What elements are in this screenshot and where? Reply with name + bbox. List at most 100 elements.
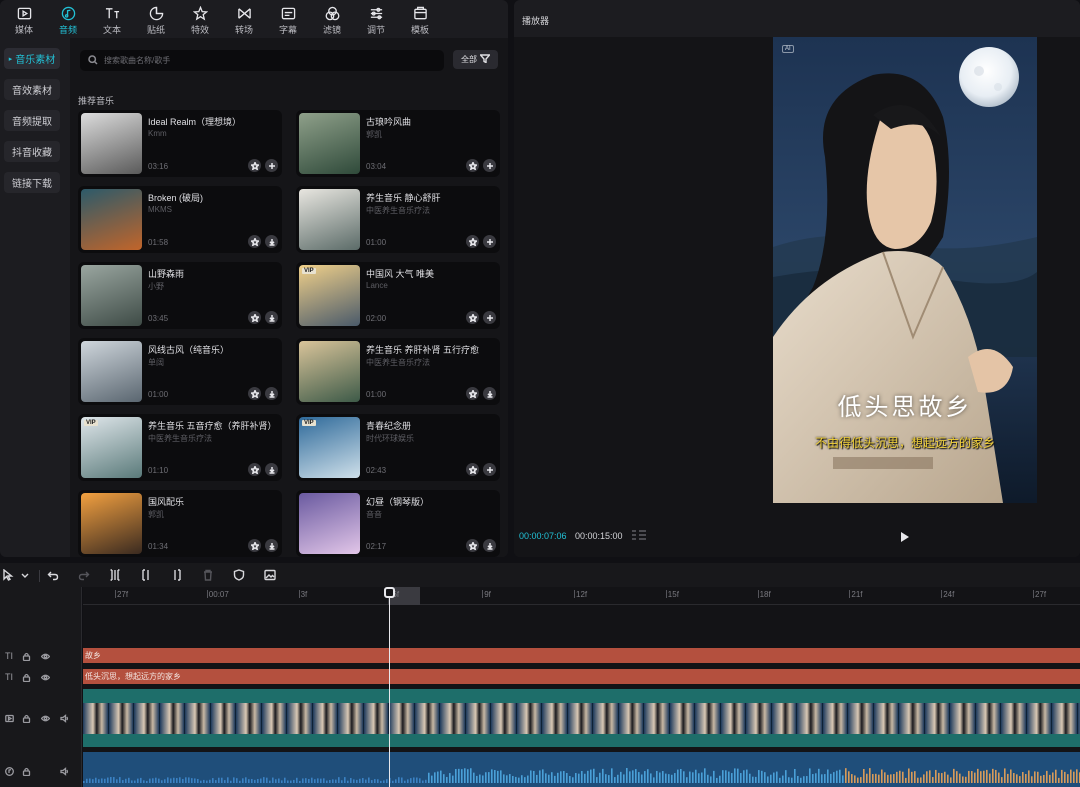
download-icon[interactable]: [265, 463, 278, 476]
waveform-bar: [830, 773, 832, 783]
music-card[interactable]: 山野森雨 小野 03:45: [78, 262, 282, 329]
lock-icon[interactable]: [20, 765, 32, 777]
download-icon[interactable]: [265, 235, 278, 248]
tab-media[interactable]: 媒体: [2, 0, 46, 38]
ruler-tick: 27f: [114, 590, 129, 599]
download-icon[interactable]: [265, 387, 278, 400]
tab-effects[interactable]: 特效: [178, 0, 222, 38]
waveform-bar: [122, 780, 124, 783]
music-card[interactable]: 古琅吟风曲 郭凯 03:04: [296, 110, 500, 177]
split-button[interactable]: [107, 567, 123, 583]
music-card[interactable]: Broken (破局) MKMS 01:58: [78, 186, 282, 253]
tab-subtitle[interactable]: 字幕: [266, 0, 310, 38]
sidebar-item-douyin-favorites[interactable]: 抖音收藏: [4, 141, 60, 162]
tab-template[interactable]: 模板: [398, 0, 442, 38]
lock-icon[interactable]: [20, 671, 32, 683]
lock-icon[interactable]: [20, 712, 32, 724]
lock-icon[interactable]: [20, 650, 32, 662]
select-mode-dropdown[interactable]: [17, 567, 33, 583]
transition-icon: [235, 5, 253, 21]
music-card[interactable]: 国风配乐 郭凯 01:34: [78, 490, 282, 557]
download-icon[interactable]: [483, 539, 496, 552]
shield-button[interactable]: [231, 567, 247, 583]
image-edit-button[interactable]: [262, 567, 278, 583]
delete-button[interactable]: [200, 567, 216, 583]
trim-right-button[interactable]: [169, 567, 185, 583]
tab-audio[interactable]: 音频: [46, 0, 90, 38]
filter-dropdown[interactable]: 全部: [453, 50, 498, 69]
text-clip-1[interactable]: 故乡: [83, 648, 1080, 663]
download-icon[interactable]: [265, 539, 278, 552]
tab-text[interactable]: 文本: [90, 0, 134, 38]
text-clip-2[interactable]: 低头沉思，想起远方的家乡: [83, 669, 1080, 684]
audio-track-header: [0, 764, 82, 778]
tab-transition[interactable]: 转场: [222, 0, 266, 38]
speaker-icon[interactable]: [58, 765, 70, 777]
music-card[interactable]: 幻昼（钢琴版） 音音 02:17: [296, 490, 500, 557]
waveform-bar: [1007, 773, 1009, 783]
play-icon[interactable]: [900, 531, 910, 543]
timeline[interactable]: 27f 00:07 3f 6f 9f 12f 15f 18f 21f 24f 27f 故乡 低头沉思…: [83, 587, 1080, 787]
frame-list-icon[interactable]: [631, 529, 647, 541]
music-card[interactable]: 养生音乐 静心舒肝 中医养生音乐疗法 01:00: [296, 186, 500, 253]
waveform-bar: [656, 770, 658, 783]
eye-icon[interactable]: [39, 712, 51, 724]
download-icon[interactable]: [265, 311, 278, 324]
tab-sticker[interactable]: 贴纸: [134, 0, 178, 38]
waveform-bar: [866, 773, 868, 783]
waveform-bar: [680, 769, 682, 783]
redo-button[interactable]: [76, 567, 92, 583]
waveform-bar: [203, 779, 205, 783]
video-frame-thumbnail: [975, 703, 1001, 734]
playhead-handle[interactable]: [384, 587, 395, 598]
music-card[interactable]: VIP 养生音乐 五音疗愈（养肝补肾） 中医养生音乐疗法 01:10: [78, 414, 282, 481]
favorite-star-icon[interactable]: [248, 387, 261, 400]
favorite-star-icon[interactable]: [248, 311, 261, 324]
favorite-star-icon[interactable]: [466, 159, 479, 172]
video-thumbnails: [83, 703, 1080, 734]
music-card[interactable]: VIP 中国风 大气 唯美 Lance 02:00: [296, 262, 500, 329]
sidebar-item-audio-extract[interactable]: 音频提取: [4, 110, 60, 131]
sidebar-item-link-download[interactable]: 链接下载: [4, 172, 60, 193]
music-card[interactable]: 风线古风（纯音乐） 单阔 01:00: [78, 338, 282, 405]
add-plus-icon[interactable]: [265, 159, 278, 172]
eye-icon[interactable]: [39, 650, 51, 662]
favorite-star-icon[interactable]: [466, 311, 479, 324]
select-tool-button[interactable]: [0, 567, 16, 583]
speaker-icon[interactable]: [58, 712, 70, 724]
search-input[interactable]: [104, 56, 424, 65]
add-plus-icon[interactable]: [483, 463, 496, 476]
undo-button[interactable]: [45, 567, 61, 583]
music-card[interactable]: VIP 青春纪念册 时代环球娱乐 02:43: [296, 414, 500, 481]
waveform-bar: [674, 773, 676, 783]
sidebar-item-sound-effects[interactable]: 音效素材: [4, 79, 60, 100]
video-preview[interactable]: AI 低头思故乡 不由得低头沉思，想起远方的家乡: [773, 37, 1037, 503]
eye-icon[interactable]: [39, 671, 51, 683]
music-card[interactable]: Ideal Realm（理想境） Kmm 03:16: [78, 110, 282, 177]
waveform-bar: [296, 777, 298, 783]
favorite-star-icon[interactable]: [248, 539, 261, 552]
add-plus-icon[interactable]: [483, 159, 496, 172]
video-frame-thumbnail: [593, 703, 619, 734]
audio-clip[interactable]: [83, 752, 1080, 787]
tab-adjust[interactable]: 调节: [354, 0, 398, 38]
download-icon[interactable]: [483, 387, 496, 400]
video-frame-thumbnail: [567, 703, 593, 734]
playhead[interactable]: [389, 587, 390, 787]
favorite-star-icon[interactable]: [248, 235, 261, 248]
time-ruler[interactable]: 27f 00:07 3f 6f 9f 12f 15f 18f 21f 24f 27f: [83, 587, 1080, 605]
add-plus-icon[interactable]: [483, 235, 496, 248]
favorite-star-icon[interactable]: [466, 387, 479, 400]
favorite-star-icon[interactable]: [466, 539, 479, 552]
tab-filter[interactable]: 滤镜: [310, 0, 354, 38]
add-plus-icon[interactable]: [483, 311, 496, 324]
video-clip[interactable]: [83, 689, 1080, 747]
waveform-bar: [392, 780, 394, 783]
favorite-star-icon[interactable]: [248, 463, 261, 476]
sidebar-item-music[interactable]: ▸ 音乐素材: [4, 48, 60, 69]
favorite-star-icon[interactable]: [466, 463, 479, 476]
favorite-star-icon[interactable]: [466, 235, 479, 248]
music-card[interactable]: 养生音乐 养肝补肾 五行疗愈 中医养生音乐疗法 01:00: [296, 338, 500, 405]
favorite-star-icon[interactable]: [248, 159, 261, 172]
trim-left-button[interactable]: [138, 567, 154, 583]
